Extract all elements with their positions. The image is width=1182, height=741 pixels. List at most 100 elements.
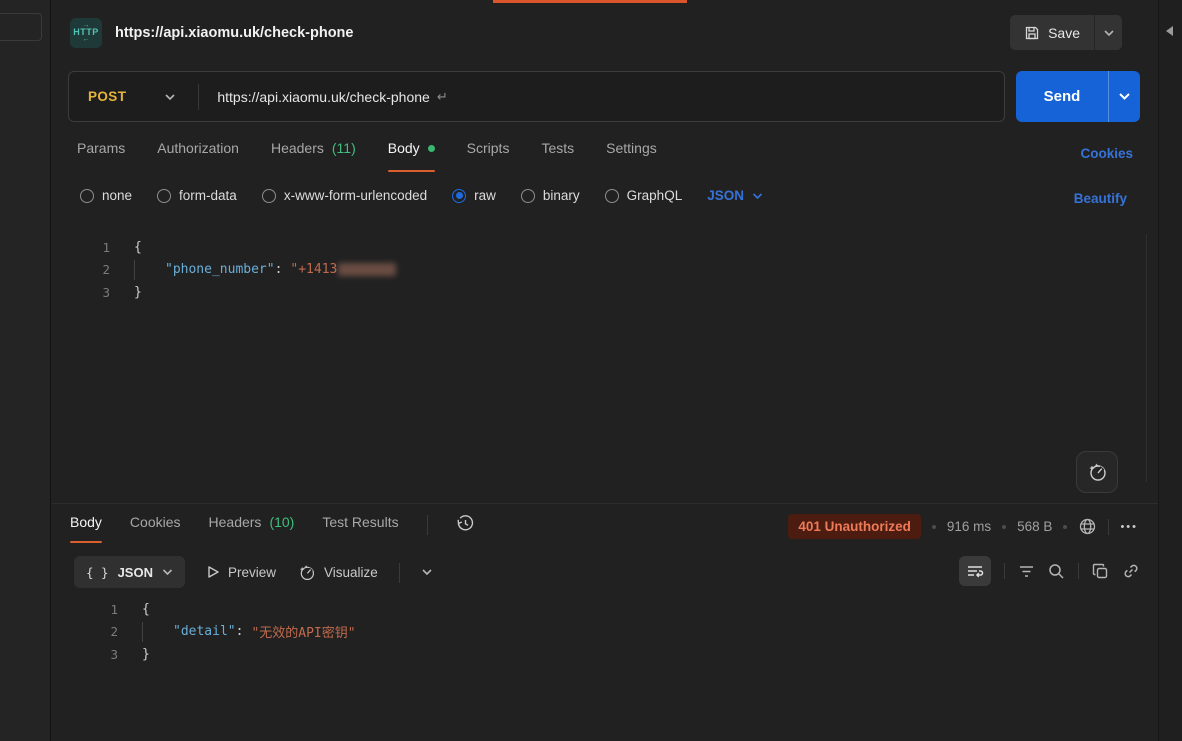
status-badge[interactable]: 401 Unauthorized [788,514,921,539]
tab-authorization[interactable]: Authorization [157,140,239,172]
tab-headers[interactable]: Headers(11) [271,140,356,172]
response-format-selected: JSON [118,565,153,580]
colon-token: : [275,262,291,277]
response-tab-body-label: Body [70,514,102,530]
tab-body[interactable]: Body [388,140,435,172]
response-size[interactable]: 568 B [1017,519,1052,534]
network-info-button[interactable] [1078,517,1097,536]
tab-settings[interactable]: Settings [606,140,657,172]
raw-format-dropdown[interactable]: JSON [707,188,763,203]
close-brace-token: } [142,647,150,662]
body-type-binary[interactable]: binary [521,188,580,203]
body-type-none[interactable]: none [80,188,132,203]
response-toolbar: { } JSON Preview Visualize [74,556,433,588]
body-type-form-data[interactable]: form-data [157,188,237,203]
request-url-box[interactable]: POST https://api.xiaomu.uk/check-phone ↵ [68,71,1005,122]
radio-icon [521,189,535,203]
method-selector[interactable]: POST [69,89,126,104]
response-tab-body[interactable]: Body [70,514,102,543]
left-sidebar-rail[interactable] [0,0,51,741]
code-line[interactable]: 3 } [52,281,396,304]
code-line[interactable]: 3 } [60,643,356,666]
floppy-disk-icon [1024,25,1040,41]
tab-body-label: Body [388,140,420,156]
globe-icon [1078,517,1097,536]
response-body-editor[interactable]: 1 { 2 "detail":"无效的API密钥" 3 } [60,598,356,666]
method-chevron-down-icon[interactable] [164,93,176,101]
code-line[interactable]: 1 { [60,598,356,621]
indent-guide [142,622,143,642]
json-value-token: "+1413 [290,262,337,277]
right-sidebar-rail[interactable] [1158,0,1182,741]
meta-separator-dot [1002,525,1006,529]
tab-params-label: Params [77,140,125,156]
filter-button[interactable] [1018,564,1035,579]
meta-divider [1108,519,1109,535]
tab-tests[interactable]: Tests [541,140,574,172]
url-divider [198,84,199,110]
response-time[interactable]: 916 ms [947,519,991,534]
radio-icon [605,189,619,203]
copy-response-button[interactable] [1092,563,1109,580]
response-tabs: Body Cookies Headers(10) Test Results [70,514,475,543]
tools-divider [1078,563,1079,579]
raw-format-selected: JSON [707,188,744,203]
json-key-token: "phone_number" [165,262,275,277]
save-button-group[interactable]: Save [1010,15,1122,50]
tab-tests-label: Tests [541,140,574,156]
history-clock-icon [456,514,475,533]
response-tab-headers[interactable]: Headers(10) [209,514,295,543]
editor-scrollbar-track[interactable] [1146,234,1147,482]
tab-scripts[interactable]: Scripts [467,140,510,172]
send-button[interactable]: Send [1016,71,1108,122]
response-format-dropdown[interactable]: { } JSON [74,556,185,588]
meta-separator-dot [1063,525,1067,529]
visualize-button[interactable]: Visualize [297,563,378,582]
postman-window: → HTTP ← https://api.xiaomu.uk/check-pho… [0,0,1182,741]
indent-guide [134,260,135,280]
body-type-raw[interactable]: raw [452,188,496,203]
sidebar-collapsed-item[interactable] [0,13,42,41]
response-tab-cookies[interactable]: Cookies [130,514,181,543]
request-title: https://api.xiaomu.uk/check-phone [115,25,353,41]
response-tab-cookies-label: Cookies [130,514,181,530]
collapse-panel-arrow-icon[interactable] [1166,26,1173,36]
toolbar-more-caret[interactable] [421,568,433,576]
response-tab-headers-label: Headers [209,514,262,530]
response-history-button[interactable] [456,514,475,536]
link-button[interactable] [1122,562,1140,580]
preview-button[interactable]: Preview [206,565,276,580]
wrap-text-button[interactable] [959,556,991,586]
body-type-graphql-label: GraphQL [627,188,683,203]
body-type-urlencoded[interactable]: x-www-form-urlencoded [262,188,427,203]
body-type-raw-label: raw [474,188,496,203]
search-button[interactable] [1048,563,1065,580]
request-header-bar: → HTTP ← https://api.xiaomu.uk/check-pho… [52,3,1158,62]
save-options-caret[interactable] [1094,15,1122,50]
meta-separator-dot [932,525,936,529]
response-more-options-button[interactable]: ••• [1120,521,1138,533]
beautify-link[interactable]: Beautify [1074,191,1127,206]
chevron-down-icon [162,568,173,576]
code-line[interactable]: 2 "phone_number":"+1413 [52,259,396,282]
body-type-urlencoded-label: x-www-form-urlencoded [284,188,427,203]
return-key-glyph: ↵ [437,89,448,105]
body-type-graphql[interactable]: GraphQL [605,188,683,203]
save-button[interactable]: Save [1010,15,1094,50]
body-modified-dot [428,145,435,152]
send-options-caret[interactable] [1108,71,1140,122]
url-input[interactable]: https://api.xiaomu.uk/check-phone [217,89,429,105]
link-icon [1122,562,1140,580]
response-tools [959,556,1140,586]
postbot-ai-button[interactable] [1076,451,1118,493]
json-value-token: "无效的API密钥" [251,622,355,641]
response-tab-test-results[interactable]: Test Results [322,514,398,543]
code-line[interactable]: 1 { [52,236,396,259]
request-body-editor[interactable]: 1 { 2 "phone_number":"+1413 3 } [52,236,396,304]
cookies-link[interactable]: Cookies [1080,146,1133,161]
tab-params[interactable]: Params [77,140,125,172]
line-number: 1 [52,240,110,255]
chevron-down-icon [1118,92,1131,101]
code-line[interactable]: 2 "detail":"无效的API密钥" [60,621,356,644]
send-button-group[interactable]: Send [1016,71,1140,122]
